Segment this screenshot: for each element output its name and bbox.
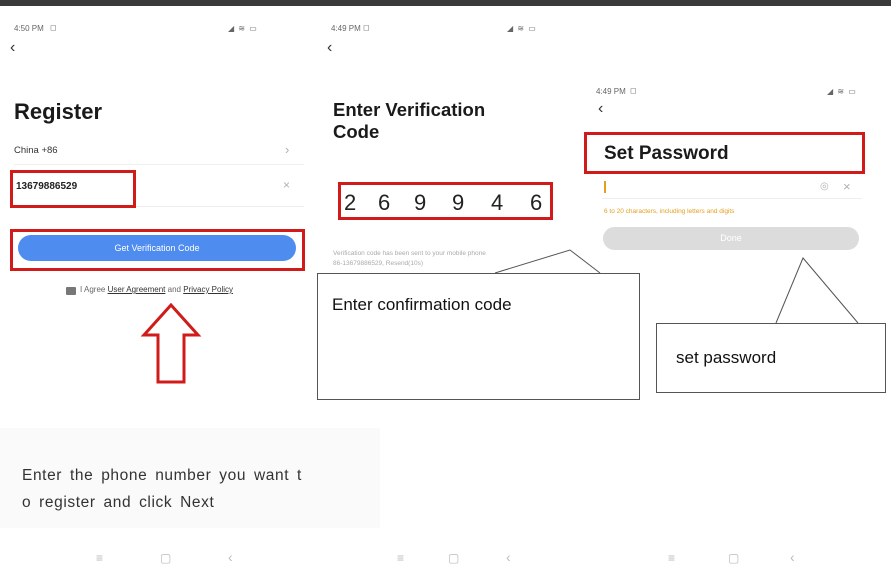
nav-back-icon[interactable]: ‹ [228,549,233,565]
menu-icon[interactable]: ≡ [397,551,404,565]
callout-text: Enter confirmation code [332,295,512,314]
menu-icon[interactable]: ≡ [96,551,103,565]
home-icon[interactable]: ▢ [728,551,739,565]
home-icon[interactable]: ▢ [448,551,459,565]
caption-line-1: Enter the phone number you want t [22,467,302,484]
callout-text: set password [676,348,777,367]
caption: Enter the phone number you want t o regi… [22,462,382,516]
menu-icon[interactable]: ≡ [668,551,675,565]
nav-back-icon[interactable]: ‹ [506,549,511,565]
home-icon[interactable]: ▢ [160,551,171,565]
set-password-callout: set password [656,323,886,393]
caption-line-2: o register and click Next [22,494,215,511]
nav-back-icon[interactable]: ‹ [790,549,795,565]
confirm-code-callout: Enter confirmation code [317,273,640,400]
